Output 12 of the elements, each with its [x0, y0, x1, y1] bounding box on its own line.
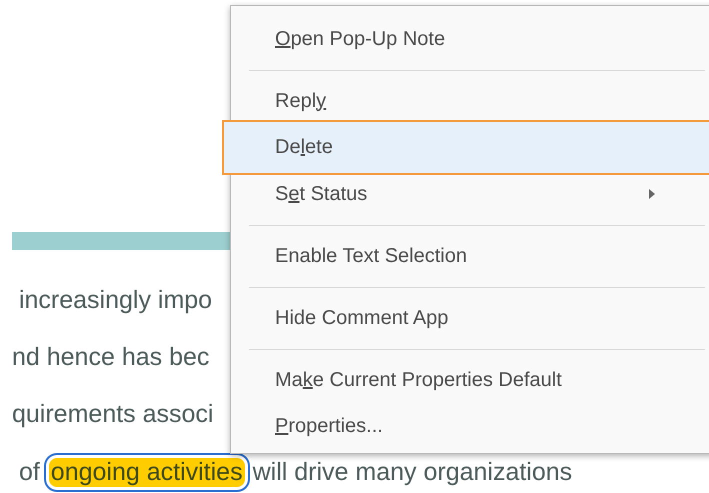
highlighted-text: ongoing activities — [48, 458, 245, 487]
document-text: will drive many organizations — [252, 458, 572, 487]
document-text: increasingly impo — [18, 286, 212, 315]
menu-item[interactable]: Open Pop-Up Note — [231, 16, 709, 62]
menu-item[interactable]: Make Current Properties Default — [231, 357, 709, 403]
menu-item[interactable]: Enable Text Selection — [231, 233, 709, 279]
menu-item[interactable]: Delete — [222, 120, 709, 175]
menu-item[interactable]: Hide Comment App — [231, 295, 709, 341]
menu-item[interactable]: Properties... — [231, 403, 709, 449]
document-text: quirements associ — [12, 400, 214, 429]
document-text: of — [18, 458, 40, 487]
document-text: nd hence has bec — [12, 343, 210, 372]
